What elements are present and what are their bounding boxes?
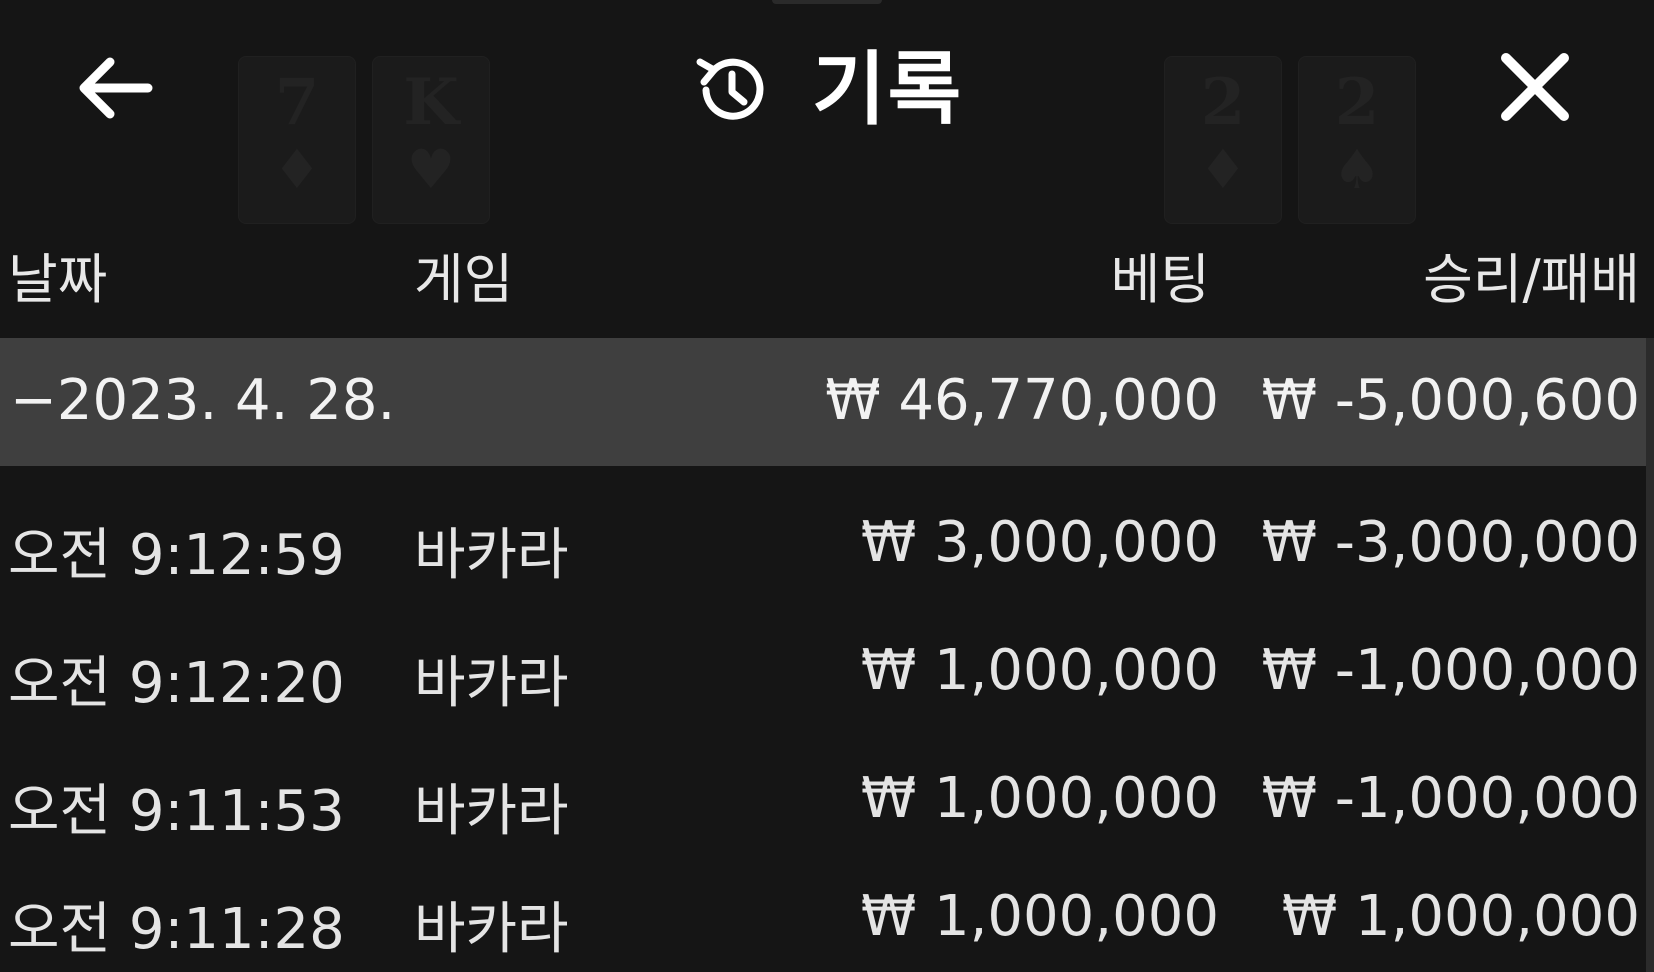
row-result: ₩ -1,000,000 <box>1261 766 1640 831</box>
header-bar: 기록 <box>0 0 1654 175</box>
row-bet: ₩ 3,000,000 <box>860 510 1219 575</box>
column-header-game: 게임 <box>414 248 514 311</box>
row-game: 바카라 <box>414 651 569 716</box>
page-title: 기록 <box>812 43 964 136</box>
row-result: ₩ -3,000,000 <box>1261 510 1640 575</box>
row-result: ₩ -1,000,000 <box>1261 638 1640 703</box>
row-bet: ₩ 1,000,000 <box>860 766 1219 831</box>
scrollbar[interactable] <box>1646 338 1654 972</box>
summary-date: −2023. 4. 28. <box>10 368 396 433</box>
back-button[interactable] <box>72 50 156 126</box>
table-header: 날짜 게임 베팅 승리/패배 <box>0 235 1654 315</box>
row-time: 오전 9:12:59 <box>8 523 345 588</box>
row-game: 바카라 <box>414 897 569 962</box>
table-row[interactable]: 오전 9:12:20 바카라 ₩ 1,000,000 ₩ -1,000,000 <box>0 616 1654 726</box>
close-icon <box>1501 53 1569 121</box>
row-game: 바카라 <box>414 523 569 588</box>
row-time: 오전 9:11:28 <box>8 897 345 962</box>
table-row[interactable]: 오전 9:11:28 바카라 ₩ 1,000,000 ₩ 1,000,000 <box>0 862 1654 972</box>
row-result: ₩ 1,000,000 <box>1281 884 1640 949</box>
arrow-left-icon <box>79 57 153 119</box>
summary-bet-total: ₩ 46,770,000 <box>825 368 1219 433</box>
summary-result-total: ₩ -5,000,600 <box>1261 368 1640 433</box>
header-title-group: 기록 <box>688 40 963 140</box>
row-time: 오전 9:12:20 <box>8 651 345 716</box>
close-button[interactable] <box>1496 48 1574 126</box>
column-header-bet: 베팅 <box>1110 248 1210 311</box>
date-summary-row[interactable]: −2023. 4. 28. ₩ 46,770,000 ₩ -5,000,600 <box>0 338 1654 466</box>
table-row[interactable]: 오전 9:12:59 바카라 ₩ 3,000,000 ₩ -3,000,000 <box>0 488 1654 598</box>
history-clock-icon <box>696 58 764 120</box>
row-game: 바카라 <box>414 779 569 844</box>
row-time: 오전 9:11:53 <box>8 779 345 844</box>
table-row[interactable]: 오전 9:11:53 바카라 ₩ 1,000,000 ₩ -1,000,000 <box>0 744 1654 854</box>
column-header-result: 승리/패배 <box>1423 248 1640 311</box>
row-bet: ₩ 1,000,000 <box>860 638 1219 703</box>
column-header-date: 날짜 <box>8 248 108 311</box>
row-bet: ₩ 1,000,000 <box>860 884 1219 949</box>
